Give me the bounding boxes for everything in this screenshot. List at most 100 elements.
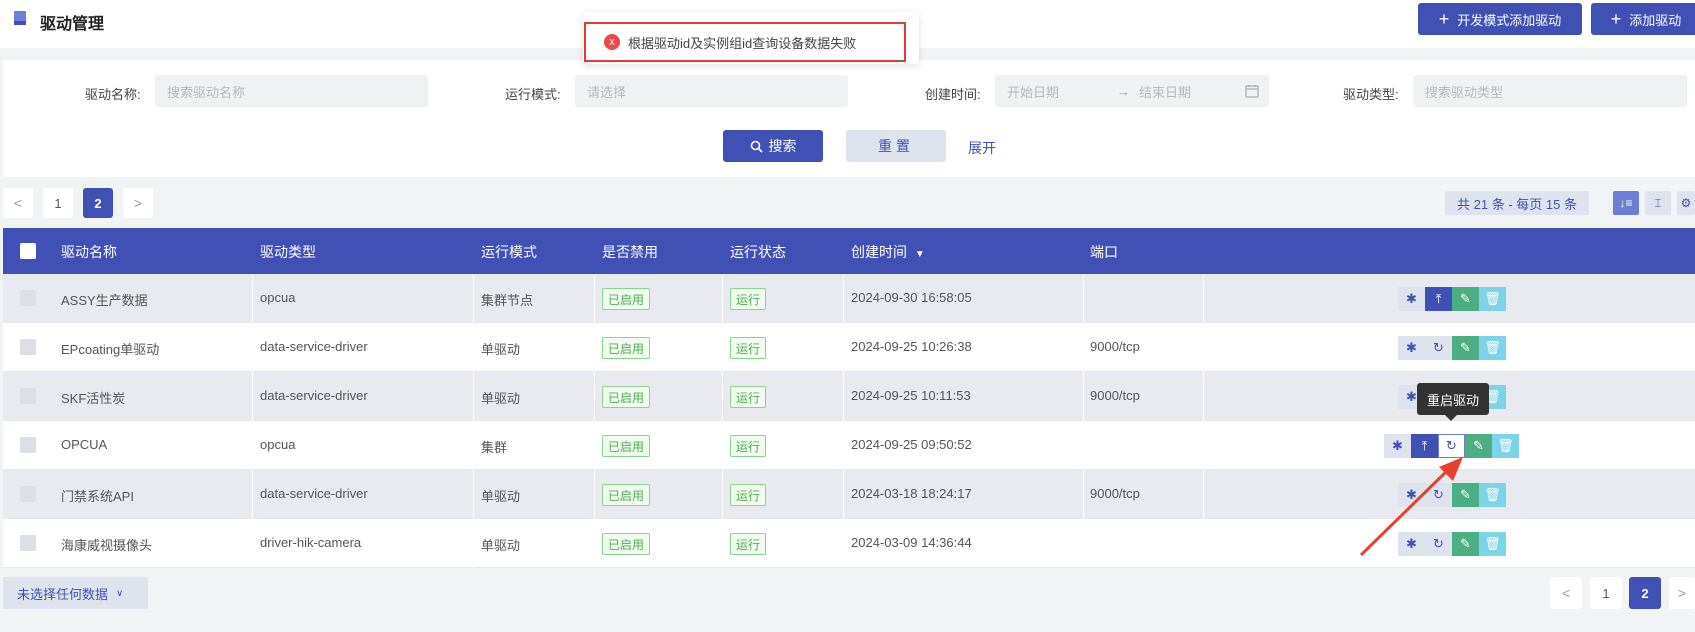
plus-icon: + xyxy=(1610,9,1622,29)
column-divider xyxy=(1203,421,1204,470)
bug-icon[interactable]: ✱ xyxy=(1398,287,1425,311)
column-divider xyxy=(594,470,595,519)
reset-button[interactable]: 重置 xyxy=(846,130,946,162)
add-driver-button[interactable]: + 添加驱动 xyxy=(1591,3,1695,35)
end-date-input[interactable]: 结束日期 xyxy=(1139,82,1245,101)
column-divider xyxy=(594,519,595,568)
drive-icon xyxy=(14,11,26,25)
cell-name: 门禁系统API xyxy=(61,489,134,504)
enabled-badge: 已启用 xyxy=(602,484,651,506)
cell-mode: 集群 xyxy=(481,440,508,455)
enabled-badge: 已启用 xyxy=(602,435,651,457)
next-page-button[interactable]: > xyxy=(123,188,153,218)
cell-type: opcua xyxy=(260,437,296,452)
cell-type: driver-hik-camera xyxy=(260,535,362,550)
bottom-next-page-button[interactable]: > xyxy=(1669,577,1695,609)
header-created[interactable]: 创建时间 ▼ xyxy=(851,242,925,262)
header-type[interactable]: 驱动类型 xyxy=(260,242,316,262)
column-divider xyxy=(722,470,723,519)
status-badge: 运行 xyxy=(730,533,767,555)
date-range-picker[interactable]: 开始日期 → 结束日期 xyxy=(995,75,1269,107)
edit-icon[interactable]: ✎ xyxy=(1452,336,1479,360)
bug-icon[interactable]: ✱ xyxy=(1398,336,1425,360)
delete-icon[interactable]: 🗑 xyxy=(1479,336,1506,360)
cell-type: data-service-driver xyxy=(260,339,368,354)
cell-mode: 单驱动 xyxy=(481,489,521,504)
restart-icon[interactable]: ↻ xyxy=(1425,336,1452,360)
column-divider xyxy=(1203,519,1204,568)
page-2-button[interactable]: 2 xyxy=(83,188,113,218)
delete-icon[interactable]: 🗑 xyxy=(1479,287,1506,311)
error-icon: x xyxy=(604,34,620,50)
run-mode-select[interactable]: 请选择 xyxy=(575,75,848,107)
header-mode[interactable]: 运行模式 xyxy=(481,242,537,262)
column-divider xyxy=(1203,274,1204,323)
delete-icon[interactable]: 🗑 xyxy=(1479,483,1506,507)
cell-mode: 单驱动 xyxy=(481,538,521,553)
column-divider xyxy=(252,519,253,568)
search-button[interactable]: 搜索 xyxy=(723,130,823,162)
column-divider xyxy=(722,274,723,323)
dev-mode-add-driver-button[interactable]: + 开发模式添加驱动 xyxy=(1418,3,1582,35)
settings-icon[interactable]: ⚙ xyxy=(1677,191,1695,215)
row-checkbox[interactable] xyxy=(20,437,36,453)
cell-name: EPcoating单驱动 xyxy=(61,342,160,357)
cell-created: 2024-09-25 10:26:38 xyxy=(851,339,972,354)
cell-type: opcua xyxy=(260,290,296,305)
cell-name: OPCUA xyxy=(61,437,108,452)
row-checkbox[interactable] xyxy=(20,388,36,404)
cell-name: ASSY生产数据 xyxy=(61,293,148,308)
sort-icon[interactable]: ↓≡ xyxy=(1613,191,1639,215)
total-summary: 共 21 条 - 每页 15 条 xyxy=(1445,191,1589,215)
column-divider xyxy=(843,323,844,372)
cell-mode: 集群节点 xyxy=(481,293,534,308)
driver-type-label: 驱动类型: xyxy=(1343,87,1399,102)
column-divider xyxy=(722,323,723,372)
cell-type: data-service-driver xyxy=(260,388,368,403)
sort-desc-icon: ▼ xyxy=(914,249,925,260)
status-badge: 运行 xyxy=(730,288,767,310)
header-status[interactable]: 运行状态 xyxy=(730,242,786,262)
bottom-prev-page-button[interactable]: < xyxy=(1550,577,1582,609)
cell-port: 9000/tcp xyxy=(1090,486,1140,501)
column-divider xyxy=(1203,372,1204,421)
cell-created: 2024-03-09 14:36:44 xyxy=(851,535,972,550)
select-all-checkbox[interactable] xyxy=(20,243,36,259)
prev-page-button[interactable]: < xyxy=(3,188,33,218)
delete-icon[interactable]: 🗑 xyxy=(1492,434,1519,458)
column-divider xyxy=(843,421,844,470)
bottom-page-1-button[interactable]: 1 xyxy=(1590,577,1622,609)
column-divider xyxy=(1203,323,1204,372)
cell-port: 9000/tcp xyxy=(1090,388,1140,403)
header-name[interactable]: 驱动名称 xyxy=(61,242,117,262)
search-panel: 驱动名称: 搜索驱动名称 运行模式: 请选择 创建时间: 开始日期 → 结束日期… xyxy=(3,60,1695,177)
header-port[interactable]: 端口 xyxy=(1090,242,1118,262)
start-date-input[interactable]: 开始日期 xyxy=(1007,82,1117,101)
column-divider xyxy=(1083,470,1084,519)
row-checkbox[interactable] xyxy=(20,339,36,355)
driver-name-input[interactable]: 搜索驱动名称 xyxy=(155,75,428,107)
driver-type-input[interactable]: 搜索驱动类型 xyxy=(1413,75,1687,107)
row-checkbox[interactable] xyxy=(20,290,36,306)
row-checkbox[interactable] xyxy=(20,486,36,502)
header-disabled[interactable]: 是否禁用 xyxy=(602,242,658,262)
selection-dropdown[interactable]: 未选择任何数据 ∨ xyxy=(3,577,148,609)
expand-link[interactable]: 展开 xyxy=(968,138,996,158)
status-badge: 运行 xyxy=(730,435,767,457)
row-checkbox[interactable] xyxy=(20,535,36,551)
column-divider xyxy=(473,421,474,470)
upload-icon[interactable]: ⤒ xyxy=(1425,287,1452,311)
page-1-button[interactable]: 1 xyxy=(43,188,73,218)
column-height-icon[interactable]: ⌶ xyxy=(1645,191,1671,215)
cell-created: 2024-09-30 16:58:05 xyxy=(851,290,972,305)
run-mode-label: 运行模式: xyxy=(505,87,561,102)
delete-icon[interactable]: 🗑 xyxy=(1479,532,1506,556)
column-divider xyxy=(473,274,474,323)
chevron-down-icon: ∨ xyxy=(116,587,124,599)
bottom-page-2-button[interactable]: 2 xyxy=(1629,577,1661,609)
column-divider xyxy=(1083,421,1084,470)
column-divider xyxy=(594,372,595,421)
column-divider xyxy=(252,323,253,372)
column-divider xyxy=(473,470,474,519)
edit-icon[interactable]: ✎ xyxy=(1452,287,1479,311)
